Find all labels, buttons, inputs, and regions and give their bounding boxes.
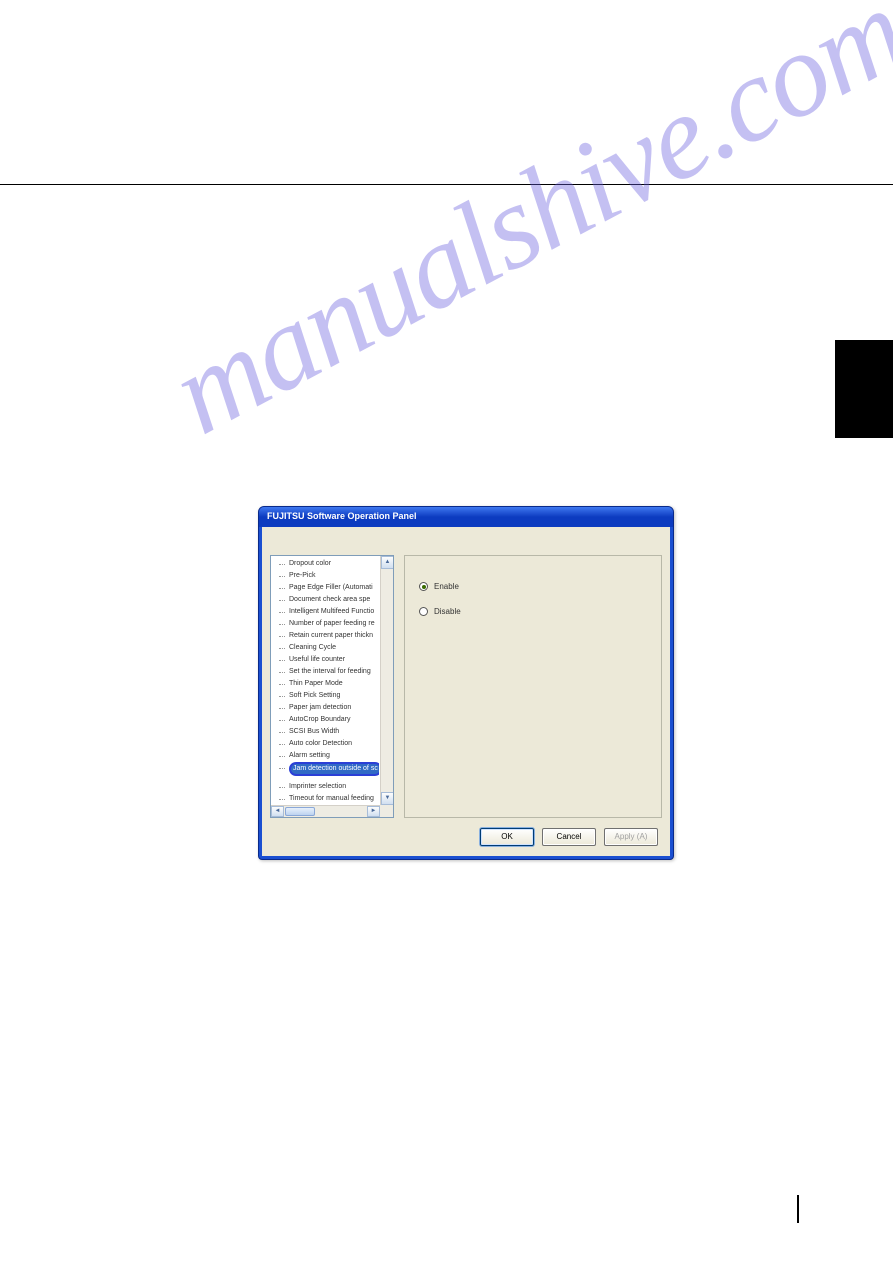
tree-item[interactable]: SCSI Bus Width (275, 726, 379, 738)
options-panel: Enable Disable (404, 555, 662, 818)
radio-enable[interactable]: Enable (419, 582, 647, 591)
tree-item[interactable]: Set the interval for feeding (275, 666, 379, 678)
settings-tree[interactable]: Dropout color Pre-Pick Page Edge Filler … (270, 555, 394, 818)
watermark: manualshive.com (150, 0, 893, 462)
dialog-body: Dropout color Pre-Pick Page Edge Filler … (262, 527, 670, 856)
tree-item-highlight[interactable]: Jam detection outside of sc (289, 762, 379, 776)
tree-item[interactable]: Intelligent Multifeed Functio (275, 606, 379, 618)
radio-label: Disable (434, 607, 461, 616)
horizontal-scrollbar[interactable]: ◄ ► (271, 805, 393, 817)
scroll-right-icon[interactable]: ► (367, 806, 380, 817)
scroll-thumb[interactable] (285, 807, 315, 816)
dialog-content: Dropout color Pre-Pick Page Edge Filler … (262, 527, 670, 824)
tree-item[interactable]: Dropout color (275, 558, 379, 570)
section-tab (835, 340, 893, 438)
tree-item[interactable]: Pre-Pick (275, 570, 379, 582)
software-operation-panel-dialog: FUJITSU Software Operation Panel Dropout… (258, 506, 674, 860)
vertical-scrollbar[interactable]: ▲ ▼ (380, 556, 393, 805)
apply-button[interactable]: Apply (A) (604, 828, 658, 846)
tree-item[interactable]: Cleaning Cycle (275, 642, 379, 654)
tree-item[interactable]: Thin Paper Mode (275, 678, 379, 690)
dialog-titlebar[interactable]: FUJITSU Software Operation Panel (259, 507, 673, 527)
tree-item[interactable]: Imprinter selection (275, 781, 379, 793)
page-number (797, 1195, 813, 1223)
tree-item[interactable]: Timeout for manual feeding (275, 793, 379, 805)
scroll-corner (380, 805, 393, 817)
scroll-left-icon[interactable]: ◄ (271, 806, 284, 817)
tree-item[interactable]: Useful life counter (275, 654, 379, 666)
tree-list: Dropout color Pre-Pick Page Edge Filler … (271, 556, 379, 805)
tree-item[interactable]: Paper jam detection (275, 702, 379, 714)
radio-disable[interactable]: Disable (419, 607, 647, 616)
tree-item[interactable]: Auto color Detection (275, 738, 379, 750)
tree-item[interactable]: Retain current paper thickn (275, 630, 379, 642)
dialog-buttons: OK Cancel Apply (A) (262, 824, 670, 856)
tree-item[interactable]: AutoCrop Boundary (275, 714, 379, 726)
horizontal-rule (0, 184, 893, 185)
tree-item[interactable]: Alarm setting (275, 750, 379, 762)
tree-item[interactable]: Paper stop position at multi (275, 817, 379, 818)
radio-icon[interactable] (419, 582, 428, 591)
tree-item[interactable]: Document check area spe (275, 594, 379, 606)
cancel-button[interactable]: Cancel (542, 828, 596, 846)
scroll-up-icon[interactable]: ▲ (381, 556, 394, 569)
radio-label: Enable (434, 582, 459, 591)
scroll-down-icon[interactable]: ▼ (381, 792, 394, 805)
tree-item[interactable]: Soft Pick Setting (275, 690, 379, 702)
radio-icon[interactable] (419, 607, 428, 616)
ok-button[interactable]: OK (480, 828, 534, 846)
tree-item-selected[interactable]: Jam detection outside of sc (275, 762, 379, 781)
tree-item[interactable]: Page Edge Filler (Automati (275, 582, 379, 594)
tree-item[interactable]: Number of paper feeding re (275, 618, 379, 630)
